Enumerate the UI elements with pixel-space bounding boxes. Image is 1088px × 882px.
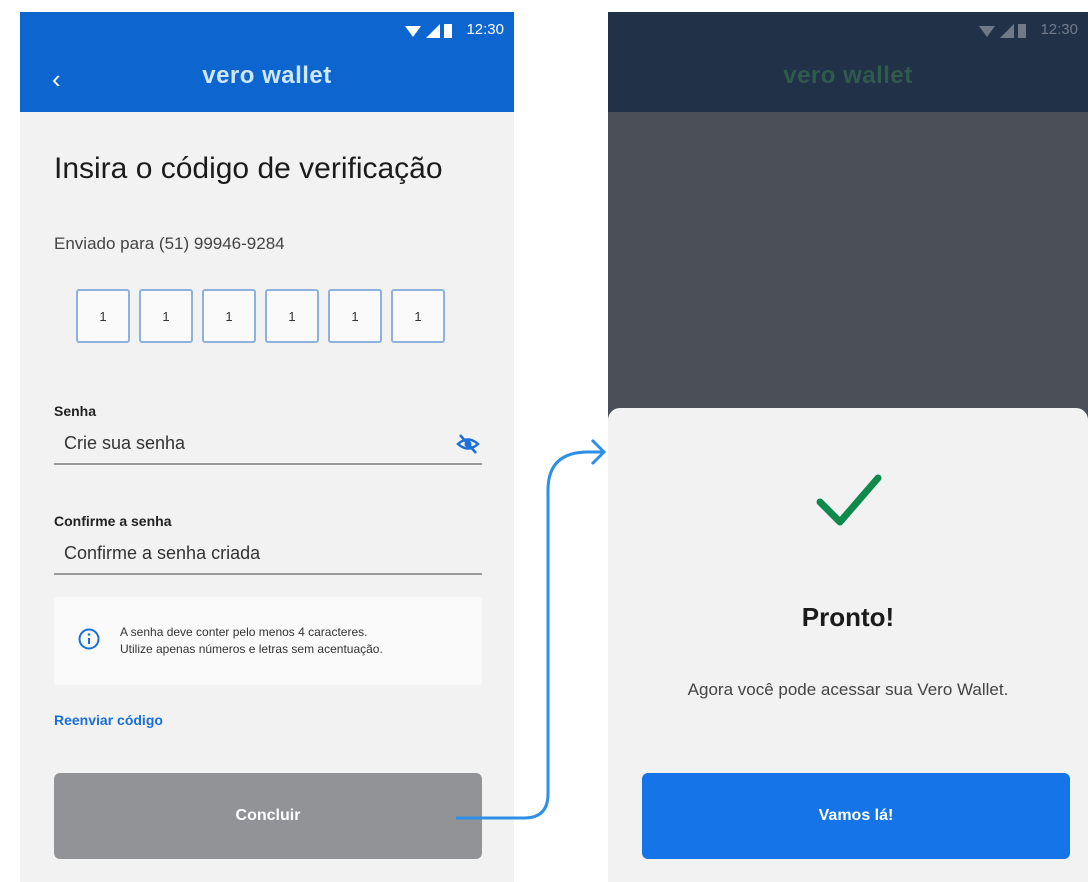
resend-code-link[interactable]: Reenviar código (54, 712, 163, 728)
password-hint-box: A senha deve conter pelo menos 4 caracte… (54, 597, 482, 685)
status-icons (404, 24, 452, 38)
hint-line-2: Utilize apenas números e letras sem acen… (120, 642, 383, 656)
info-icon (78, 628, 100, 650)
app-bar-dimmed: vero wallet (608, 48, 1088, 112)
app-bar: ‹ vero wallet (20, 48, 514, 112)
wifi-icon (405, 26, 421, 37)
wifi-icon (979, 26, 995, 37)
success-sheet: Pronto! Agora você pode acessar sua Vero… (608, 408, 1088, 882)
confirm-password-field[interactable]: Confirme a senha criada (54, 537, 482, 575)
status-bar: 12:30 (20, 12, 514, 48)
back-icon[interactable]: ‹ (52, 64, 61, 94)
password-field[interactable]: Crie sua senha (54, 427, 482, 465)
check-icon (816, 474, 882, 526)
code-digit-6[interactable]: 1 (391, 289, 445, 343)
verification-code-input: 1 1 1 1 1 1 (76, 289, 445, 343)
status-icons-dimmed (978, 24, 1026, 38)
verification-screen: 12:30 ‹ vero wallet Insira o código de v… (20, 12, 514, 882)
confirm-password-label: Confirme a senha (54, 513, 172, 529)
sent-to-text: Enviado para (51) 99946-9284 (54, 234, 285, 253)
success-title: Pronto! (801, 602, 895, 632)
eye-off-icon[interactable] (456, 433, 480, 455)
success-screen: 12:30 vero wallet Pronto! Agora você pod… (608, 12, 1088, 882)
vamos-la-button[interactable]: Vamos lá! (642, 773, 1070, 859)
hint-line-1: A senha deve conter pelo menos 4 caracte… (120, 625, 368, 639)
password-placeholder: Crie sua senha (64, 433, 186, 453)
password-label: Senha (54, 403, 97, 419)
code-digit-4[interactable]: 1 (265, 289, 319, 343)
app-logo: vero wallet (783, 62, 913, 89)
signal-icon (426, 24, 440, 38)
status-bar-dimmed: 12:30 (608, 12, 1088, 48)
code-digit-5[interactable]: 1 (328, 289, 382, 343)
success-message: Agora você pode acessar sua Vero Wallet. (687, 680, 1009, 699)
status-time: 12:30 (1040, 21, 1078, 38)
app-logo: vero wallet (202, 62, 332, 89)
concluir-button[interactable]: Concluir (54, 773, 482, 859)
code-digit-2[interactable]: 1 (139, 289, 193, 343)
battery-icon (444, 24, 452, 38)
confirm-password-placeholder: Confirme a senha criada (64, 543, 261, 563)
page-title: Insira o código de verificação (54, 152, 443, 185)
code-digit-1[interactable]: 1 (76, 289, 130, 343)
signal-icon (1000, 24, 1014, 38)
status-time: 12:30 (466, 21, 504, 38)
code-digit-3[interactable]: 1 (202, 289, 256, 343)
battery-icon (1018, 24, 1026, 38)
